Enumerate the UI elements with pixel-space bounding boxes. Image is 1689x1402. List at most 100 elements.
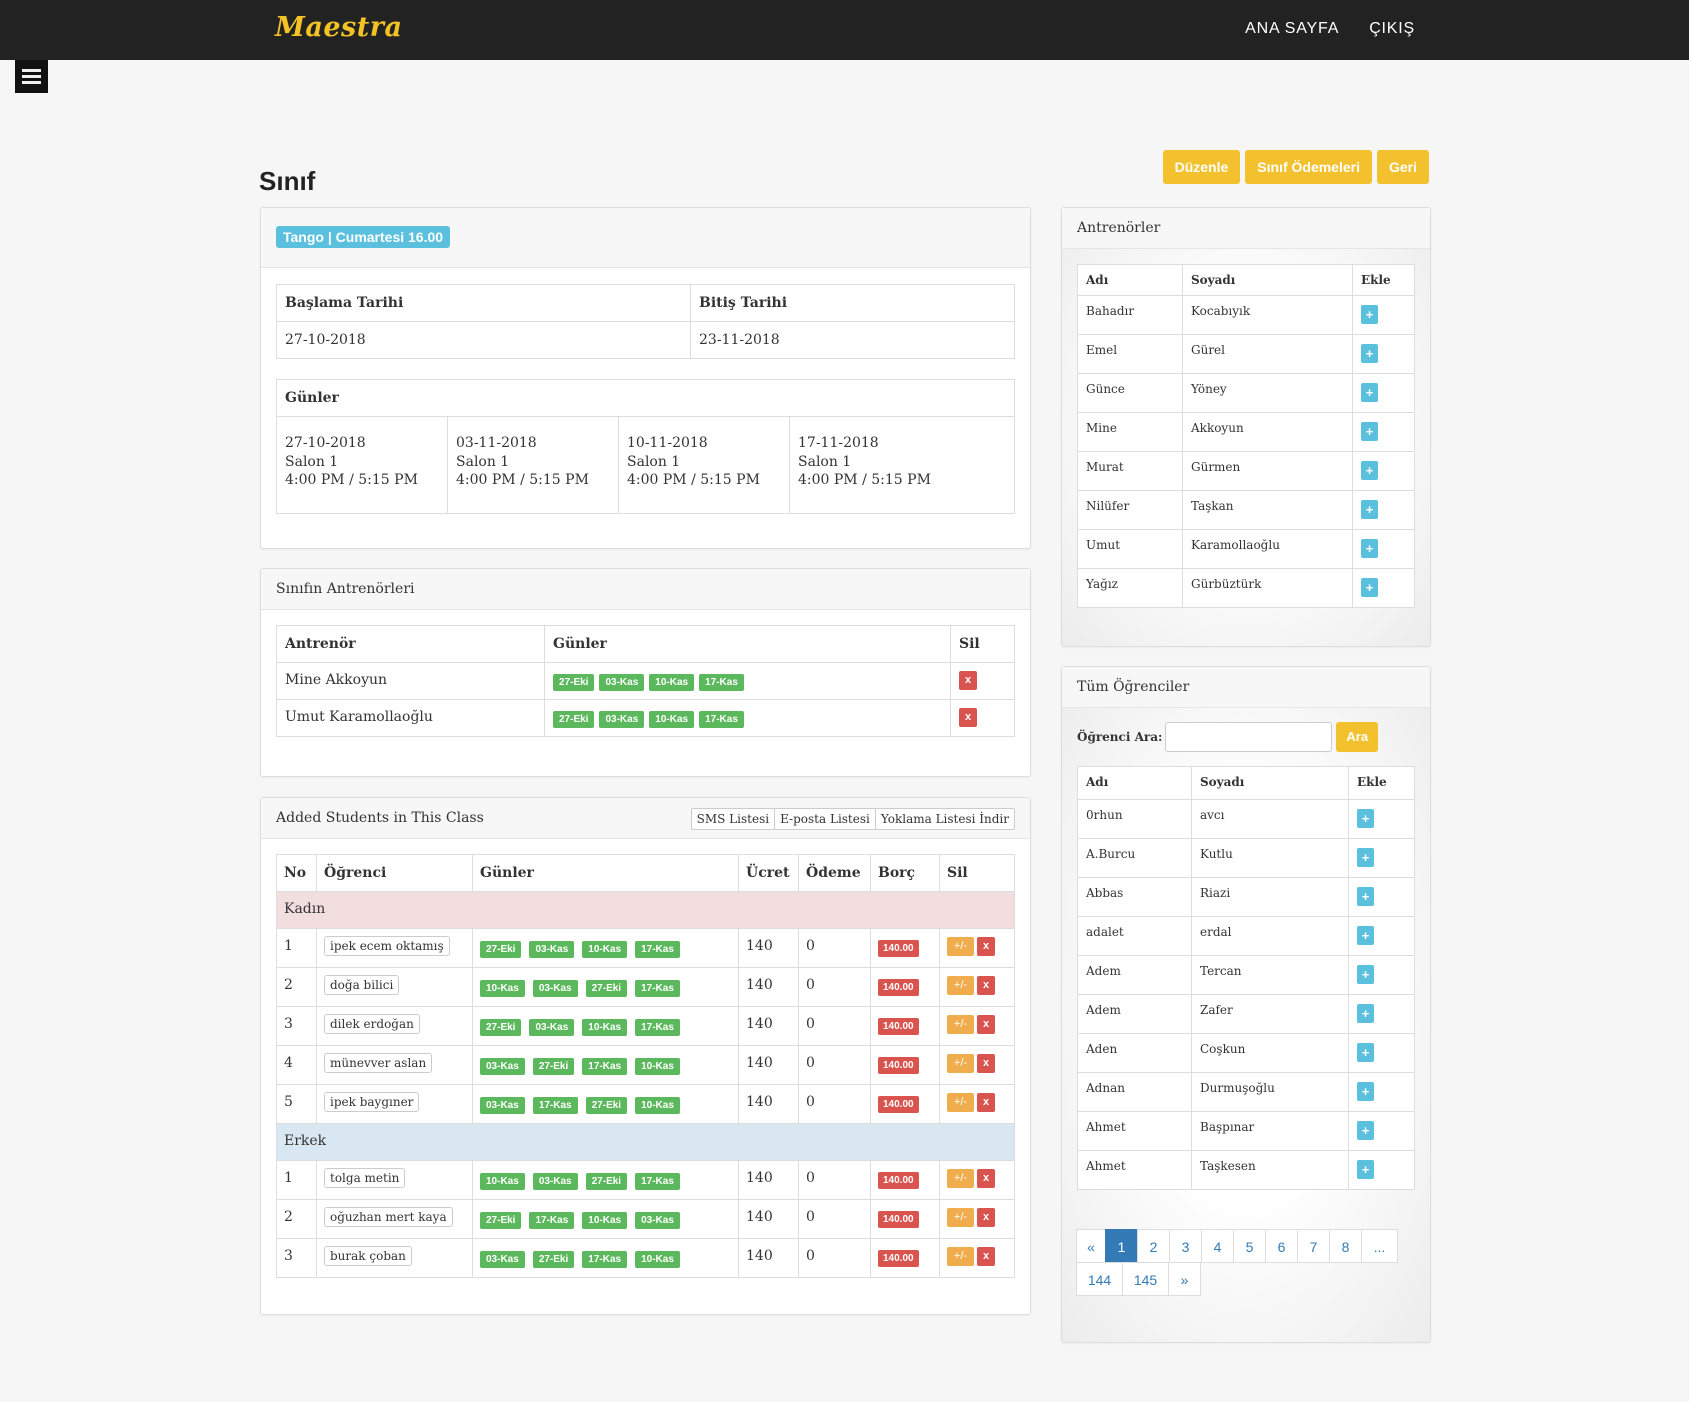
page-link[interactable]: » [1168,1262,1201,1296]
nav-home-link[interactable]: ANA SAYFA [1245,20,1339,38]
student-no: 1 [276,1160,317,1200]
add-student-button[interactable]: + [1357,965,1374,984]
student-fee: 140 [738,1238,799,1278]
delete-student-button[interactable]: x [977,1015,995,1034]
page-link[interactable]: 6 [1265,1229,1298,1263]
page-link[interactable]: 4 [1201,1229,1234,1263]
delete-student-button[interactable]: x [977,1093,995,1112]
page-link[interactable]: 8 [1329,1229,1362,1263]
day-tag: 27-Eki [585,980,628,997]
page-link[interactable]: ... [1361,1229,1398,1263]
group-name: Kadın [276,891,1015,929]
table-row: 3 burak çoban 03-Kas 27-Eki 17-Kas 10-Kas 140 0… [276,1238,1015,1278]
edit-button[interactable]: Düzenle [1162,150,1241,184]
add-student-button[interactable]: + [1357,887,1374,906]
add-student-button[interactable]: + [1357,1082,1374,1101]
add-student-button[interactable]: + [1357,926,1374,945]
debt-badge: 140.00 [878,1211,919,1228]
student-last-name: Coşkun [1191,1033,1349,1073]
email-list-button[interactable]: E-posta Listesi [774,808,876,830]
adjust-payment-button[interactable]: +/- [947,1093,974,1112]
page-link[interactable]: 144 [1076,1262,1123,1296]
group-row: Kadın [276,891,1015,929]
session-time: 4:00 PM / 5:15 PM [456,472,589,488]
delete-student-button[interactable]: x [977,1054,995,1073]
col-add: Ekle [1352,264,1415,296]
add-trainer-button[interactable]: + [1361,539,1378,558]
student-name[interactable]: burak çoban [324,1246,412,1266]
session-date: 27-10-2018 [285,435,366,451]
day-tag: 17-Kas [529,1212,575,1229]
add-student-button[interactable]: + [1357,809,1374,828]
back-button[interactable]: Geri [1376,150,1429,184]
student-fee: 140 [738,967,799,1007]
add-trainer-button[interactable]: + [1361,305,1378,324]
delete-trainer-button[interactable]: x [959,708,977,727]
student-name[interactable]: dilek erdoğan [324,1014,420,1034]
page-link[interactable]: 2 [1137,1229,1170,1263]
sms-list-button[interactable]: SMS Listesi [690,808,776,830]
adjust-payment-button[interactable]: +/- [947,1054,974,1073]
student-name[interactable]: ipek ecem oktamış [324,936,450,956]
search-button[interactable]: Ara [1336,722,1379,752]
adjust-payment-button[interactable]: +/- [947,1208,974,1227]
student-name[interactable]: doğa bilici [324,975,400,995]
nav-logout-link[interactable]: ÇIKIŞ [1369,20,1415,38]
student-name[interactable]: oğuzhan mert kaya [324,1207,453,1227]
add-trainer-button[interactable]: + [1361,344,1378,363]
brand-logo[interactable]: Maestra [275,12,402,43]
student-last-name: erdal [1191,916,1349,956]
add-trainer-button[interactable]: + [1361,383,1378,402]
student-first-name: A.Burcu [1077,838,1192,878]
trainer-days: 27-Eki 03-Kas 10-Kas 17-Kas [544,699,951,737]
student-name[interactable]: tolga metin [324,1168,406,1188]
student-paid: 0 [798,928,871,968]
page-link[interactable]: 5 [1233,1229,1266,1263]
page-link[interactable]: 3 [1169,1229,1202,1263]
day-tag: 03-Kas [480,1251,525,1268]
attendance-download-button[interactable]: Yoklama Listesi İndir [874,808,1015,830]
class-trainers-header: Sınıfın Antrenörleri [261,569,1030,610]
delete-trainer-button[interactable]: x [959,671,977,690]
add-student-button[interactable]: + [1357,848,1374,867]
session-date: 10-11-2018 [627,435,708,451]
add-cell: + [1348,1150,1415,1190]
page-link[interactable]: 7 [1297,1229,1330,1263]
add-trainer-button[interactable]: + [1361,461,1378,480]
student-search-input[interactable] [1165,722,1333,752]
add-trainer-button[interactable]: + [1361,578,1378,597]
trainers-panel: Antrenörler Adı Soyadı Ekle Bahadır Kocab… [1061,207,1431,647]
page-link[interactable]: 145 [1122,1262,1169,1296]
adjust-payment-button[interactable]: +/- [947,976,974,995]
student-actions: +/- x [939,1084,1015,1124]
adjust-payment-button[interactable]: +/- [947,1015,974,1034]
menu-toggle-icon[interactable] [15,60,48,93]
add-trainer-button[interactable]: + [1361,422,1378,441]
add-student-button[interactable]: + [1357,1043,1374,1062]
class-info-header: Tango | Cumartesi 16.00 [261,208,1030,268]
add-cell: + [1348,1072,1415,1112]
page-link[interactable]: 1 [1105,1229,1138,1263]
student-debt-cell: 140.00 [870,1084,940,1124]
adjust-payment-button[interactable]: +/- [947,1169,974,1188]
student-paid: 0 [798,1238,871,1278]
day-tag: 10-Kas [582,1019,628,1036]
adjust-payment-button[interactable]: +/- [947,937,974,956]
col-first-name: Adı [1077,264,1183,296]
delete-student-button[interactable]: x [977,976,995,995]
student-name[interactable]: ipek baygıner [324,1092,420,1112]
add-student-button[interactable]: + [1357,1004,1374,1023]
class-payments-button[interactable]: Sınıf Ödemeleri [1245,150,1372,184]
add-trainer-button[interactable]: + [1361,500,1378,519]
delete-student-button[interactable]: x [977,1208,995,1227]
adjust-payment-button[interactable]: +/- [947,1247,974,1266]
page-link[interactable]: « [1076,1229,1106,1263]
add-student-button[interactable]: + [1357,1160,1374,1179]
delete-student-button[interactable]: x [977,1169,995,1188]
add-student-button[interactable]: + [1357,1121,1374,1140]
delete-student-button[interactable]: x [977,1247,995,1266]
delete-student-button[interactable]: x [977,937,995,956]
session-time: 4:00 PM / 5:15 PM [627,472,760,488]
student-name[interactable]: münevver aslan [324,1053,433,1073]
table-row: 1 tolga metin 10-Kas 03-Kas 27-Eki 17-Kas 140 0… [276,1160,1015,1200]
